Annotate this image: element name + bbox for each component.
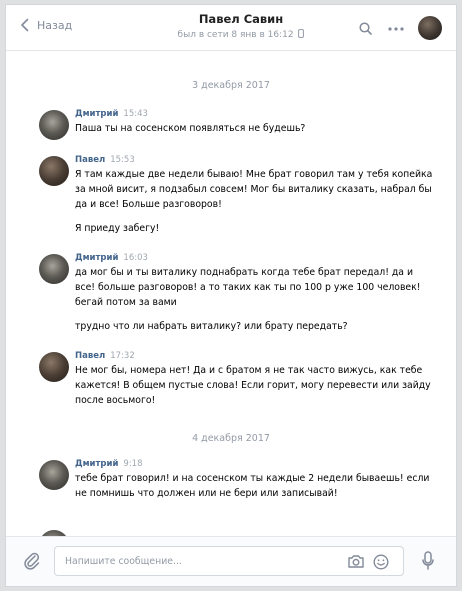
message-time: 15:43 (123, 109, 148, 119)
contact-avatar[interactable] (418, 16, 442, 40)
date-separator: 4 декабря 2017 (192, 433, 270, 444)
message-author[interactable]: Дмитрий (75, 109, 118, 119)
chat-window: Назад Павел Савин был в сети 8 янв в 16:… (5, 4, 457, 587)
message-item: Дмитрий 16:03 да мог бы и ты виталику под… (39, 252, 434, 334)
message-input-box[interactable] (54, 546, 404, 576)
message-text: тебе брат говорил! и на сосенском ты каж… (75, 473, 430, 499)
smile-icon[interactable] (373, 554, 389, 570)
back-button[interactable]: Назад (20, 18, 72, 32)
message-item: Павел 15:53 Я там каждые две недели бываю… (39, 154, 434, 236)
message-composer (6, 536, 456, 586)
last-seen-status: был в сети 8 янв в 16:12 (146, 29, 336, 40)
phone-icon (298, 29, 305, 38)
message-item: Дмитрий 9:18 тебе брат говорил! и на сосе… (39, 458, 434, 501)
avatar[interactable] (39, 352, 69, 382)
avatar[interactable] (39, 254, 69, 284)
message-author[interactable]: Дмитрий (75, 459, 118, 469)
message-author[interactable]: Павел (75, 351, 105, 361)
microphone-icon[interactable] (422, 551, 434, 571)
message-author[interactable]: Павел (75, 155, 105, 165)
message-item: Павел 17:32 Не мог бы, номера нет! Да и с… (39, 350, 434, 408)
date-separator: 3 декабря 2017 (192, 80, 270, 91)
message-input[interactable] (65, 547, 325, 575)
message-text: Не мог бы, номера нет! Да и с братом я н… (75, 365, 431, 406)
search-icon[interactable] (359, 22, 372, 35)
message-text: Паша ты на сосенском появляться не будеш… (75, 123, 306, 134)
chat-title[interactable]: Павел Савин был в сети 8 янв в 16:12 (146, 12, 336, 40)
header-actions (359, 22, 404, 35)
avatar[interactable] (39, 460, 69, 490)
message-time: 15:53 (110, 155, 135, 165)
contact-name: Павел Савин (198, 12, 284, 26)
message-author[interactable]: Дмитрий (75, 253, 118, 263)
back-label: Назад (37, 18, 73, 32)
message-text: Я там каждые две недели бываю! Мне брат … (75, 169, 433, 234)
message-time: 17:32 (110, 351, 135, 361)
message-text: да мог бы и ты виталику поднабрать когда… (75, 267, 421, 332)
chevron-left-icon (21, 18, 29, 32)
avatar[interactable] (39, 110, 69, 140)
message-item: Дмитрий 15:43 Паша ты на сосенском появля… (39, 108, 434, 140)
paperclip-icon[interactable] (24, 551, 40, 571)
camera-icon[interactable] (347, 554, 365, 569)
message-feed: 3 декабря 2017 Дмитрий 15:43 Паша ты на с… (6, 52, 456, 538)
message-time: 9:18 (123, 459, 143, 469)
avatar[interactable] (39, 156, 69, 186)
more-dots-icon[interactable] (388, 26, 404, 31)
chat-header: Назад Павел Савин был в сети 8 янв в 16:… (6, 5, 456, 51)
message-time: 16:03 (123, 253, 148, 263)
